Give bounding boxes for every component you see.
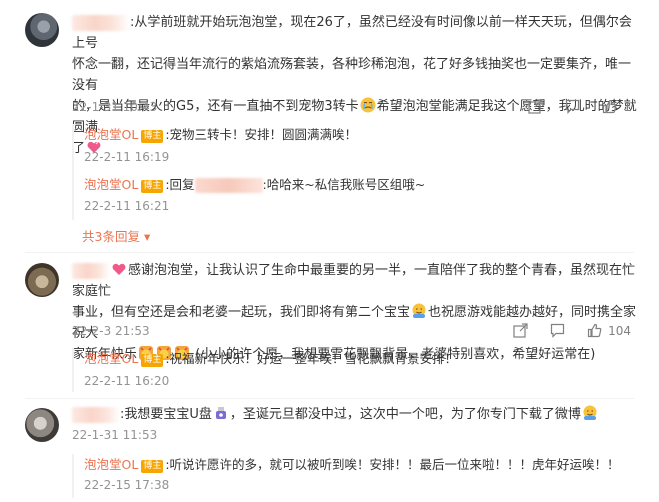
blogger-badge: 博主 [141, 354, 164, 367]
reply-time: 22-2-11 16:20 [84, 374, 170, 388]
crying-emoji-icon [360, 97, 376, 113]
reply-item: 泡泡堂OL 博主:听说许愿许的多，就可以被听到唉！安排！！最后一位来啦！！！虎年好… [84, 455, 629, 475]
reply-time: 22-2-11 16:21 [84, 199, 170, 213]
blogger-badge: 博主 [141, 460, 164, 473]
share-icon [528, 99, 543, 114]
hug-emoji-icon [411, 303, 427, 319]
like-icon [587, 323, 602, 338]
like-count: 1 [623, 99, 631, 114]
reply-button[interactable] [565, 99, 580, 114]
reply-author[interactable]: 泡泡堂OL [84, 127, 138, 142]
reply-item: 泡泡堂OL 博主:宠物三转卡！安排！圆圆满满唉！ [84, 125, 629, 145]
reply-author[interactable]: 泡泡堂OL [84, 457, 138, 472]
reply-list: 泡泡堂OL 博主:听说许愿许的多，就可以被听到唉！安排！！最后一位来啦！！！虎年好… [72, 454, 634, 498]
username-redacted[interactable] [72, 262, 110, 279]
heart-emoji-icon [111, 261, 127, 277]
comment-actions: 1 [528, 99, 631, 114]
comment-time: 22-2-3 21:53 [72, 324, 150, 338]
mentioned-user-redacted[interactable] [194, 178, 263, 193]
reply-author[interactable]: 泡泡堂OL [84, 351, 138, 366]
comment-icon [566, 99, 580, 114]
username-redacted[interactable] [72, 14, 130, 31]
like-button[interactable]: 1 [602, 99, 631, 114]
reply-list: 泡泡堂OL 博主:宠物三转卡！安排！圆圆满满唉！ 22-2-11 16:19 泡泡… [72, 124, 634, 220]
reply-button[interactable] [550, 323, 565, 338]
reply-text: :听说许愿许的多，就可以被听到唉！安排！！最后一位来啦！！！虎年好运唉！！ [165, 457, 620, 472]
like-button[interactable]: 104 [587, 323, 631, 338]
comment-time: 22-1-31 11:53 [72, 428, 158, 442]
share-icon [513, 323, 528, 338]
divider [25, 398, 634, 399]
hug-emoji-icon [582, 405, 598, 421]
like-count: 104 [608, 323, 631, 338]
more-replies-link[interactable]: 共3条回复 ▾ [82, 226, 150, 245]
reply-list: 泡泡堂OL 博主:祝福新年快乐！好运一整年唉！雪花飘飘背景安排！ 22-2-11 … [72, 348, 634, 392]
blogger-badge: 博主 [141, 130, 164, 143]
reply-text: :祝福新年快乐！好运一整年唉！雪花飘飘背景安排！ [165, 351, 458, 366]
share-button[interactable] [528, 99, 543, 114]
reply-prefix: :回复 [165, 177, 195, 192]
share-button[interactable] [513, 323, 528, 338]
blogger-badge: 博主 [141, 180, 164, 193]
reply-item: 泡泡堂OL 博主:祝福新年快乐！好运一整年唉！雪花飘飘背景安排！ [84, 349, 629, 369]
avatar[interactable] [25, 408, 59, 442]
reply-text: :宠物三转卡！安排！圆圆满满唉！ [165, 127, 358, 142]
like-icon [603, 99, 617, 114]
reply-time: 22-2-11 16:19 [84, 150, 170, 164]
divider [25, 252, 634, 253]
reply-author[interactable]: 泡泡堂OL [84, 177, 138, 192]
avatar[interactable] [25, 263, 59, 297]
username-redacted[interactable] [72, 406, 120, 423]
avatar[interactable] [25, 13, 59, 47]
comment-actions: 104 [513, 323, 631, 338]
comment-text: :我想要宝宝U盘 ，圣诞元旦都没中过，这次中一个吧，为了你专门下载了微博 [72, 404, 637, 425]
reply-item: 泡泡堂OL 博主:回复 :哈哈来~私信我账号区组哦~ [84, 175, 629, 195]
reply-time: 22-2-15 17:38 [84, 478, 170, 492]
reply-text: :哈哈来~私信我账号区组哦~ [262, 177, 426, 192]
usb-emoji-icon [213, 405, 229, 421]
comment-time: 22-1-31 10:43 [72, 100, 158, 114]
comment-icon [550, 323, 565, 338]
chevron-down-icon: ▾ [143, 229, 151, 244]
